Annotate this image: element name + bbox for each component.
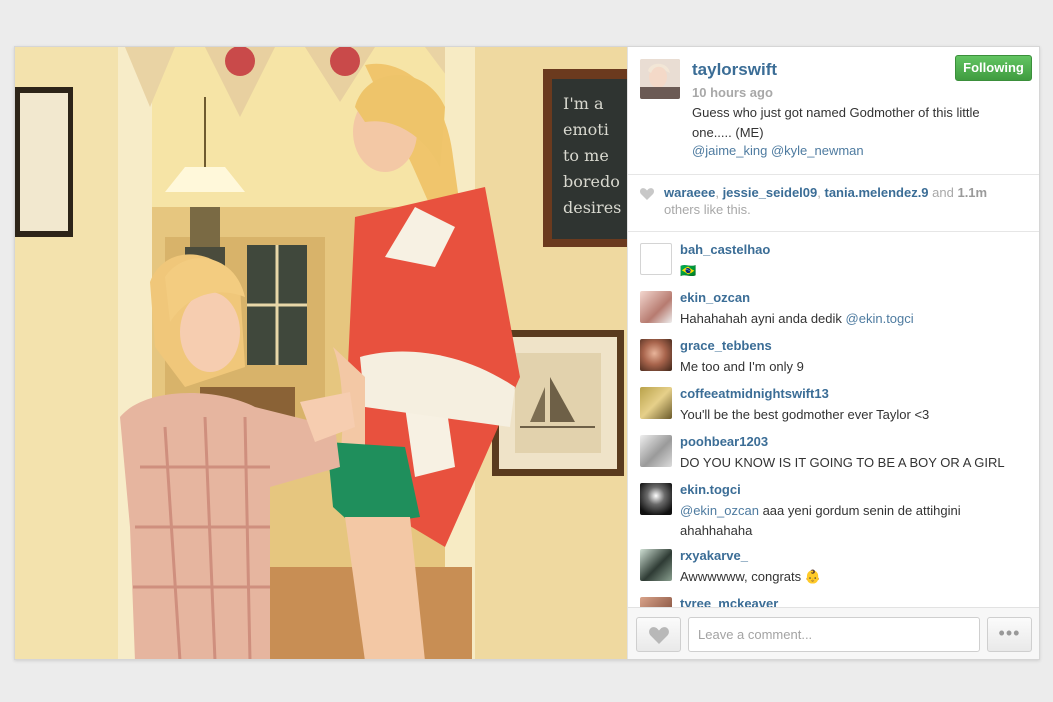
post-photo[interactable]: I'm a emoti to me boredo desires — [15, 47, 627, 659]
comment-text: You'll be the best godmother ever Taylor… — [680, 405, 1025, 425]
liker-name[interactable]: jessie_seidel09 — [723, 185, 818, 200]
commenter-username[interactable]: rxyakarve_ — [680, 548, 748, 563]
comment-body: Hahahahah ayni anda dedik — [680, 311, 846, 326]
commenter-username[interactable]: coffeeatmidnightswift13 — [680, 386, 829, 401]
comment-body: 🇧🇷 — [680, 263, 697, 278]
comment-input[interactable] — [688, 617, 980, 652]
more-options-button[interactable]: ••• — [987, 617, 1032, 652]
heart-icon — [640, 188, 654, 200]
commenter-username[interactable]: bah_castelhao — [680, 242, 770, 257]
caption-mentions[interactable]: @jaime_king @kyle_newman — [692, 143, 864, 158]
svg-text:desires: desires — [563, 198, 621, 217]
post-caption: Guess who just got named Godmother of th… — [692, 105, 980, 140]
commenter-avatar[interactable] — [640, 291, 672, 323]
comment-text: Awwwwww, congrats 👶 — [680, 567, 1025, 587]
comment-mention[interactable]: @ekin_ozcan — [680, 503, 759, 518]
commenter-username[interactable]: poohbear1203 — [680, 434, 768, 449]
comment-text: Hahahahah ayni anda dedik @ekin.togci — [680, 309, 1025, 329]
comment-body: DO YOU KNOW IS IT GOING TO BE A BOY OR A… — [680, 455, 1005, 470]
post-header: taylorswift 10 hours ago Guess who just … — [628, 47, 1039, 175]
post-card: I'm a emoti to me boredo desires taylors… — [14, 46, 1040, 660]
commenter-avatar[interactable] — [640, 243, 672, 275]
author-avatar-image — [640, 59, 680, 99]
comment-text: @ekin_ozcan aaa yeni gordum senin de att… — [680, 501, 1025, 541]
liker-name[interactable]: tania.melendez.9 — [825, 185, 929, 200]
commenter-avatar[interactable] — [640, 597, 672, 607]
comment-mention[interactable]: @ekin.togci — [846, 311, 914, 326]
commenter-username[interactable]: ekin.togci — [680, 482, 741, 497]
comment-body: Awwwwww, congrats 👶 — [680, 569, 821, 584]
heart-icon — [649, 627, 669, 644]
comment-text: 🇧🇷 — [680, 261, 1025, 281]
comment-footer: ••• — [628, 607, 1039, 659]
like-button[interactable] — [636, 617, 681, 652]
commenter-avatar[interactable] — [640, 339, 672, 371]
comment-text: DO YOU KNOW IS IT GOING TO BE A BOY OR A… — [680, 453, 1025, 473]
comment-list[interactable]: bah_castelhao 🇧🇷 ekin_ozcan Hahahahah ay… — [628, 233, 1039, 607]
svg-text:boredo: boredo — [563, 172, 620, 191]
comment-body: You'll be the best godmother ever Taylor… — [680, 407, 930, 422]
svg-text:emoti: emoti — [563, 120, 609, 139]
commenter-username[interactable]: ekin_ozcan — [680, 290, 750, 305]
post-timestamp: 10 hours ago — [692, 85, 773, 100]
likes-count[interactable]: 1.1m — [957, 185, 987, 200]
commenter-avatar[interactable] — [640, 483, 672, 515]
photo-illustration: I'm a emoti to me boredo desires — [15, 47, 627, 659]
author-username[interactable]: taylorswift — [692, 60, 777, 80]
commenter-username[interactable]: grace_tebbens — [680, 338, 772, 353]
comment-text: Me too and I'm only 9 — [680, 357, 1025, 377]
commenter-avatar[interactable] — [640, 549, 672, 581]
likes-suffix: others like this. — [664, 202, 751, 217]
commenter-avatar[interactable] — [640, 435, 672, 467]
svg-text:to me: to me — [563, 146, 609, 165]
comment-body: Me too and I'm only 9 — [680, 359, 804, 374]
liker-name[interactable]: waraeee — [664, 185, 715, 200]
commenter-username[interactable]: tyree_mckeaver — [680, 596, 778, 607]
likes-text: waraeee, jessie_seidel09, tania.melendez… — [664, 185, 988, 217]
following-button[interactable]: Following — [955, 55, 1032, 81]
commenter-avatar[interactable] — [640, 387, 672, 419]
author-avatar[interactable] — [640, 59, 680, 99]
side-panel: taylorswift 10 hours ago Guess who just … — [627, 47, 1039, 659]
likes-summary: waraeee, jessie_seidel09, tania.melendez… — [628, 175, 1039, 232]
svg-text:I'm a: I'm a — [563, 94, 604, 113]
likes-and: and — [928, 185, 958, 200]
